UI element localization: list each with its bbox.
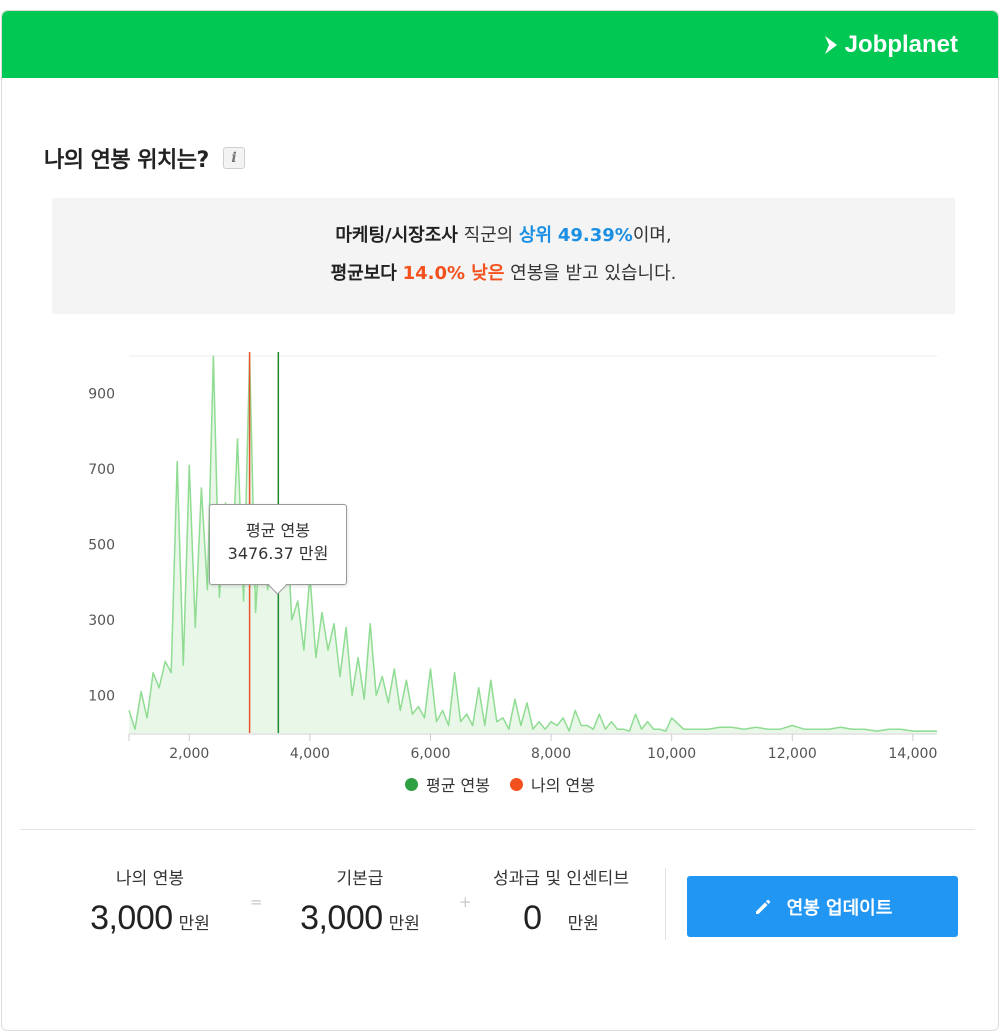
header-bar: Jobplanet	[2, 11, 998, 78]
summary-line-1: 마케팅/시장조사 직군의 상위 49.39%이며,	[52, 217, 955, 255]
update-salary-label: 연봉 업데이트	[786, 897, 893, 919]
x-tick-label: 2,000	[169, 746, 209, 760]
stat-base-pay-unit: 만원	[388, 914, 420, 934]
stat-base-pay: 기본급 3,000 만원	[290, 864, 430, 938]
x-tick-label: 10,000	[647, 746, 696, 760]
y-tick-label: 500	[88, 538, 115, 554]
jobplanet-logo[interactable]: Jobplanet	[823, 31, 958, 59]
chart-legend: 평균 연봉 나의 연봉	[0, 772, 1000, 796]
legend-label-mine: 나의 연봉	[531, 776, 595, 795]
legend-item-average[interactable]: 평균 연봉	[405, 772, 490, 796]
x-tick-label: 8,000	[531, 746, 571, 760]
legend-label-average: 평균 연봉	[426, 776, 490, 795]
stat-bonus-label: 성과급 및 인센티브	[493, 869, 629, 889]
equals-sign: =	[250, 893, 263, 911]
vertical-separator	[665, 868, 666, 940]
brand-name: Jobplanet	[844, 31, 958, 58]
compare-diff: 14.0% 낮은	[402, 263, 505, 284]
section-title-text: 나의 연봉 위치는?	[44, 148, 209, 173]
stat-my-salary-value: 3,000	[90, 899, 173, 937]
legend-item-mine[interactable]: 나의 연봉	[510, 772, 595, 796]
info-icon[interactable]: i	[222, 147, 245, 169]
chevron-logo-icon	[824, 36, 837, 54]
x-tick-label: 4,000	[290, 746, 330, 760]
divider	[20, 829, 975, 830]
stat-my-salary: 나의 연봉 3,000 만원	[80, 864, 220, 938]
stat-bonus-unit: 만원	[567, 914, 599, 934]
x-tick-label: 12,000	[768, 746, 817, 760]
tooltip-title: 평균 연봉	[246, 521, 310, 540]
summary-line-2: 평균보다 14.0% 낮은 연봉을 받고 있습니다.	[52, 255, 955, 293]
rank-value: 49.39%	[557, 225, 633, 246]
tooltip-value: 3476.37 만원	[227, 544, 329, 563]
summary-box: 마케팅/시장조사 직군의 상위 49.39%이며, 평균보다 14.0% 낮은 …	[52, 198, 955, 314]
rank-label: 상위	[518, 225, 553, 246]
y-tick-label: 900	[88, 387, 115, 403]
job-category: 마케팅/시장조사	[335, 225, 458, 246]
stat-my-salary-value-row: 3,000 만원	[80, 899, 220, 938]
summary-text: 직군의	[457, 225, 519, 246]
x-tick-label: 14,000	[888, 746, 937, 760]
stat-bonus: 성과급 및 인센티브 0 만원	[480, 864, 642, 938]
y-tick-label: 700	[88, 462, 115, 478]
stat-my-salary-label: 나의 연봉	[116, 869, 184, 889]
legend-dot-average	[405, 777, 419, 791]
compare-prefix: 평균보다	[330, 263, 397, 284]
legend-dot-mine	[510, 777, 523, 791]
stat-bonus-value-row: 0 만원	[480, 899, 642, 938]
update-salary-button[interactable]: 연봉 업데이트	[687, 876, 958, 937]
average-salary-tooltip: 평균 연봉 3476.37 만원	[209, 504, 347, 585]
stat-base-pay-label: 기본급	[336, 869, 384, 889]
stat-base-pay-value-row: 3,000 만원	[290, 899, 430, 938]
summary-text-end: 이며,	[632, 225, 672, 246]
salary-distribution-chart: 2,000 4,000 6,000 8,000 10,000 12,000 14,000 10…	[88, 352, 937, 760]
summary-text-end-2: 연봉을 받고 있습니다.	[504, 263, 677, 284]
stat-bonus-value: 0	[523, 899, 542, 937]
plus-sign: +	[459, 893, 472, 911]
y-tick-label: 300	[88, 613, 115, 629]
pencil-icon	[755, 899, 771, 914]
stat-base-pay-value: 3,000	[300, 899, 383, 937]
x-tick-label: 6,000	[410, 746, 450, 760]
y-tick-label: 100	[88, 688, 115, 704]
stat-my-salary-unit: 만원	[178, 914, 210, 934]
section-title: 나의 연봉 위치는? i	[44, 142, 245, 174]
